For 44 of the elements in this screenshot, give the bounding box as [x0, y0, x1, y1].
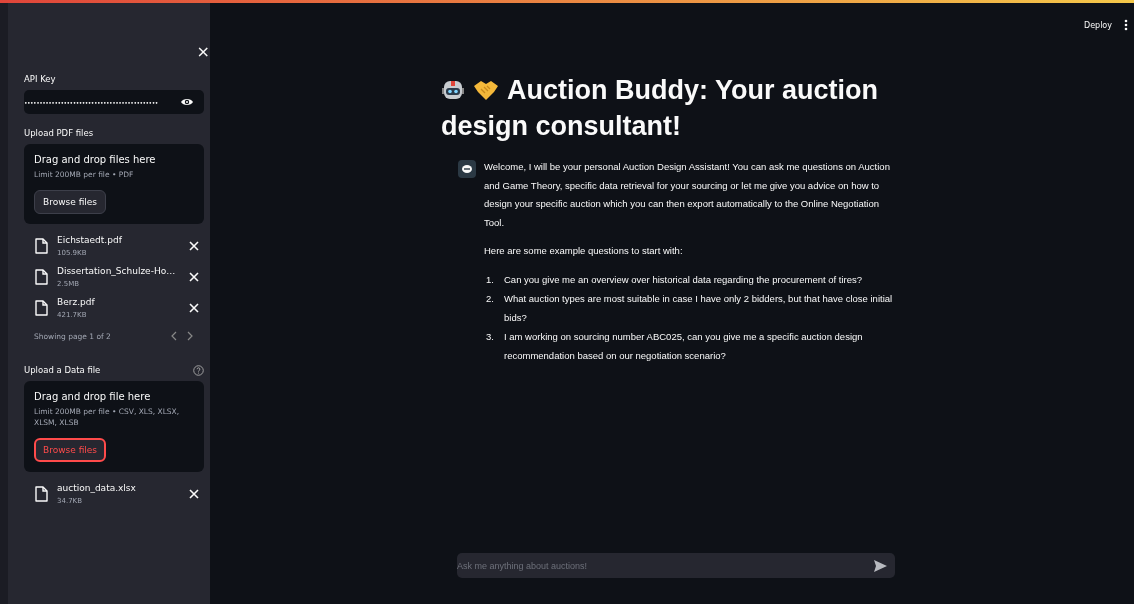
field-label: Upload PDF files: [24, 128, 94, 138]
list-item-text: I am working on sourcing number ABC025, can you give me a specific auction design recommendation based on our negotiation scenario?: [504, 330, 864, 363]
send-icon[interactable]: [874, 560, 887, 572]
field-label: API Key: [24, 74, 57, 84]
message-text: Here are some example questions to start with:: [484, 244, 684, 258]
remove-button[interactable]: [188, 301, 200, 314]
eye-icon[interactable]: [180, 97, 194, 107]
close-icon: [188, 301, 200, 314]
list-number: 3.: [486, 331, 494, 342]
close-icon: [188, 487, 200, 500]
message-text: Welcome, I will be your personal Auction Design Assistant! You can ask me questions on Auction and Game Theory, specific data retrieval for your sourcing or let me give you advice on how to design your specific auction which you can then export automatically to the Online Negotiation Tool.: [484, 160, 891, 230]
file-name: Eichstaedt.pdf: [57, 234, 123, 247]
robot-icon: [441, 78, 465, 102]
page-title: design consultant!: [441, 111, 681, 141]
file-name: Berz.pdf: [57, 296, 96, 309]
chevron-left-icon[interactable]: [170, 331, 178, 341]
browse-button[interactable]: Browse files: [34, 438, 107, 462]
more-icon[interactable]: [1124, 19, 1128, 31]
file-icon: [34, 485, 49, 502]
chat-input[interactable]: Ask me anything about auctions!: [457, 553, 895, 578]
remove-button[interactable]: [188, 487, 200, 500]
file-icon: [34, 237, 49, 254]
dropzone-title: Drag and drop files here: [34, 154, 157, 165]
file-name: auction_data.xlsx: [57, 482, 137, 495]
close-button[interactable]: ×: [194, 44, 212, 60]
deploy-button[interactable]: Deploy: [1084, 20, 1112, 30]
file-icon: [34, 299, 49, 316]
field-label: Upload a Data file: [24, 365, 101, 375]
dropzone-title: Drag and drop file here: [34, 391, 152, 402]
close-icon: [188, 239, 200, 252]
browse-button[interactable]: Browse files: [34, 190, 107, 214]
list-number: 2.: [486, 293, 494, 304]
close-icon: [188, 270, 200, 283]
remove-button[interactable]: [188, 270, 200, 283]
handshake-icon: [473, 78, 499, 102]
list-item-text: What auction types are most suitable in case I have only 2 bidders, but that have close initial bids?: [504, 292, 894, 325]
chevron-right-icon[interactable]: [186, 331, 194, 341]
page-title: Auction Buddy: Your auction: [507, 75, 878, 105]
file-name: Dissertation_Schulze-Ho…: [57, 265, 177, 278]
list-item-text: Can you give me an overview over historical data regarding the procurement of tires?: [504, 272, 863, 287]
file-icon: [34, 268, 49, 285]
remove-button[interactable]: [188, 239, 200, 252]
list-number: 1.: [486, 273, 494, 285]
assistant-avatar-icon: [458, 160, 476, 178]
